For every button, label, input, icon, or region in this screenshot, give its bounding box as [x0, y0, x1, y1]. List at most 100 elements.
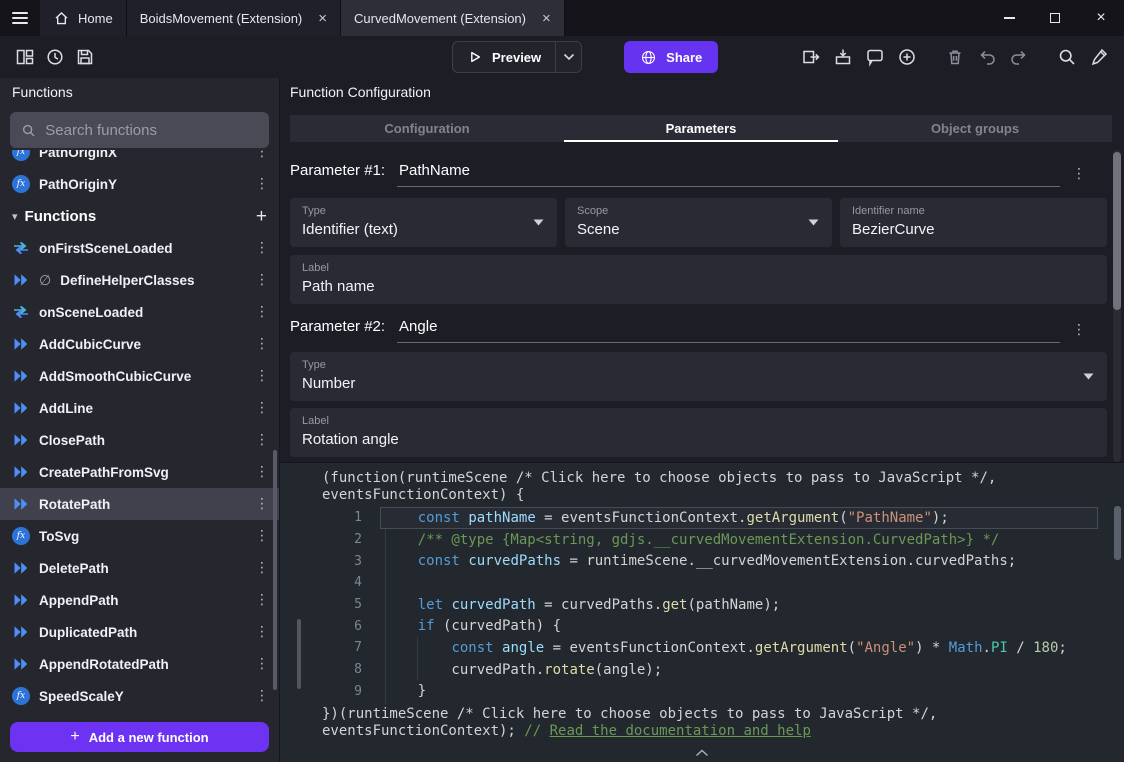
- code-scrollbar-thumb[interactable]: [1114, 506, 1121, 560]
- search-input[interactable]: [45, 122, 258, 139]
- config-tab-parameters[interactable]: Parameters: [564, 115, 838, 142]
- parameter-1-type-select[interactable]: Type Identifier (text): [290, 198, 557, 247]
- preview-button[interactable]: Preview: [453, 42, 555, 72]
- maximize-button[interactable]: [1032, 0, 1078, 36]
- code-text: /** @type {Map<string, gdjs.__curvedMove…: [362, 532, 999, 548]
- function-item-DefineHelperClasses[interactable]: ∅DefineHelperClasses⋮: [0, 264, 279, 296]
- item-menu-icon[interactable]: ⋮: [255, 688, 269, 704]
- history-icon[interactable]: [40, 42, 70, 72]
- minimize-button[interactable]: [986, 0, 1032, 36]
- undo-icon[interactable]: [972, 42, 1002, 72]
- function-item-SpeedScaleY[interactable]: fxSpeedScaleY⋮: [0, 680, 279, 712]
- parameter-1-label-field[interactable]: Label Path name: [290, 255, 1107, 304]
- function-item-onFirstSceneLoaded[interactable]: onFirstSceneLoaded⋮: [0, 232, 279, 264]
- tab-boidsmovement[interactable]: BoidsMovement (Extension) ×: [127, 0, 341, 36]
- add-function-icon[interactable]: +: [256, 207, 267, 226]
- item-menu-icon[interactable]: ⋮: [255, 272, 269, 288]
- item-menu-icon[interactable]: ⋮: [255, 560, 269, 576]
- item-menu-icon[interactable]: ⋮: [255, 240, 269, 256]
- parameter-1-scope-select[interactable]: Scope Scene: [565, 198, 832, 247]
- item-menu-icon[interactable]: ⋮: [255, 368, 269, 384]
- function-item-RotatePath[interactable]: RotatePath⋮: [0, 488, 279, 520]
- item-menu-icon[interactable]: ⋮: [255, 336, 269, 352]
- code-line-8[interactable]: 8 curvedPath.rotate(angle);: [280, 659, 1124, 681]
- function-item-AppendRotatedPath[interactable]: AppendRotatedPath⋮: [0, 648, 279, 680]
- collapse-editor-icon[interactable]: [695, 745, 709, 761]
- parameter-2-type-select[interactable]: Type Number: [290, 352, 1107, 401]
- code-line-2[interactable]: 2 /** @type {Map<string, gdjs.__curvedMo…: [280, 529, 1124, 551]
- code-wrapper-top[interactable]: (function(runtimeScene /* Click here to …: [322, 470, 996, 503]
- editor-resize-handle[interactable]: [297, 619, 301, 689]
- tab-close-icon[interactable]: ×: [542, 11, 551, 26]
- documentation-link[interactable]: Read the documentation and help: [550, 723, 811, 739]
- parameter-2-label-field[interactable]: Label Rotation angle: [290, 408, 1107, 457]
- trash-icon[interactable]: [940, 42, 970, 72]
- import-icon[interactable]: [828, 42, 858, 72]
- preview-options-button[interactable]: [555, 42, 581, 72]
- tab-close-icon[interactable]: ×: [318, 11, 327, 26]
- code-line-5[interactable]: 5 let curvedPath = curvedPaths.get(pathN…: [280, 594, 1124, 616]
- search-box[interactable]: [10, 112, 269, 148]
- tab-home[interactable]: Home: [40, 0, 127, 36]
- functions-section-header[interactable]: ▾Functions+: [0, 200, 279, 232]
- panel-scrollbar-thumb[interactable]: [1113, 152, 1121, 310]
- parameter-1-menu-icon[interactable]: ⋮: [1072, 166, 1086, 182]
- save-icon[interactable]: [70, 42, 100, 72]
- item-menu-icon[interactable]: ⋮: [255, 464, 269, 480]
- item-menu-icon[interactable]: ⋮: [255, 176, 269, 192]
- function-item-onSceneLoaded[interactable]: onSceneLoaded⋮: [0, 296, 279, 328]
- parameter-1-name-input[interactable]: [397, 162, 1060, 187]
- item-menu-icon[interactable]: ⋮: [255, 592, 269, 608]
- function-item-AddCubicCurve[interactable]: AddCubicCurve⋮: [0, 328, 279, 360]
- project-panels-icon[interactable]: [10, 42, 40, 72]
- parameter-2-name-input[interactable]: [397, 318, 1060, 343]
- function-item-CreatePathFromSvg[interactable]: CreatePathFromSvg⋮: [0, 456, 279, 488]
- function-item-PathOriginX[interactable]: fxPathOriginX⋮: [0, 150, 279, 168]
- function-item-label: DefineHelperClasses: [60, 273, 246, 288]
- parameter-1-identifier-field[interactable]: Identifier name BezierCurve: [840, 198, 1107, 247]
- code-wrapper-bottom[interactable]: })(runtimeScene /* Click here to choose …: [322, 706, 937, 739]
- function-item-AddSmoothCubicCurve[interactable]: AddSmoothCubicCurve⋮: [0, 360, 279, 392]
- function-item-label: AddLine: [39, 401, 246, 416]
- search-icon[interactable]: [1052, 42, 1082, 72]
- function-item-ToSvg[interactable]: fxToSvg⋮: [0, 520, 279, 552]
- item-menu-icon[interactable]: ⋮: [255, 400, 269, 416]
- config-tab-configuration[interactable]: Configuration: [290, 115, 564, 142]
- item-menu-icon[interactable]: ⋮: [255, 528, 269, 544]
- main-menu-button[interactable]: [0, 0, 40, 36]
- code-line-4[interactable]: 4: [280, 572, 1124, 594]
- publish-icon[interactable]: [796, 42, 826, 72]
- config-tab-object-groups[interactable]: Object groups: [838, 115, 1112, 142]
- code-line-1[interactable]: 1 const pathName = eventsFunctionContext…: [280, 507, 1124, 529]
- add-new-function-button[interactable]: + Add a new function: [10, 722, 269, 752]
- field-value: BezierCurve: [852, 221, 1095, 238]
- code-line-7[interactable]: 7 const angle = eventsFunctionContext.ge…: [280, 637, 1124, 659]
- share-button[interactable]: Share: [624, 41, 718, 73]
- function-item-PathOriginY[interactable]: fxPathOriginY⋮: [0, 168, 279, 200]
- function-item-ClosePath[interactable]: ClosePath⋮: [0, 424, 279, 456]
- function-item-DuplicatedPath[interactable]: DuplicatedPath⋮: [0, 616, 279, 648]
- tab-curvedmovement[interactable]: CurvedMovement (Extension) ×: [341, 0, 565, 36]
- javascript-code-editor[interactable]: (function(runtimeScene /* Click here to …: [280, 462, 1124, 762]
- function-item-DeletePath[interactable]: DeletePath⋮: [0, 552, 279, 584]
- code-line-3[interactable]: 3 const curvedPaths = runtimeScene.__cur…: [280, 550, 1124, 572]
- function-item-AppendPath[interactable]: AppendPath⋮: [0, 584, 279, 616]
- item-menu-icon[interactable]: ⋮: [255, 656, 269, 672]
- theme-brush-icon[interactable]: [1084, 42, 1114, 72]
- code-line-9[interactable]: 9 }: [280, 681, 1124, 703]
- item-menu-icon[interactable]: ⋮: [255, 304, 269, 320]
- collapse-caret-icon[interactable]: ▾: [12, 210, 18, 223]
- feedback-icon[interactable]: [860, 42, 890, 72]
- function-item-AddLine[interactable]: AddLine ⋮: [0, 392, 279, 424]
- add-circle-icon[interactable]: [892, 42, 922, 72]
- item-menu-icon[interactable]: ⋮: [255, 432, 269, 448]
- redo-icon[interactable]: [1004, 42, 1034, 72]
- item-menu-icon[interactable]: ⋮: [255, 624, 269, 640]
- sidebar-scrollbar[interactable]: [273, 450, 277, 690]
- item-menu-icon[interactable]: ⋮: [255, 496, 269, 512]
- parameter-2-menu-icon[interactable]: ⋮: [1072, 322, 1086, 338]
- close-window-button[interactable]: ×: [1078, 0, 1124, 36]
- function-item-label: PathOriginX: [39, 150, 246, 160]
- code-line-6[interactable]: 6 if (curvedPath) {: [280, 615, 1124, 637]
- item-menu-icon[interactable]: ⋮: [255, 150, 269, 160]
